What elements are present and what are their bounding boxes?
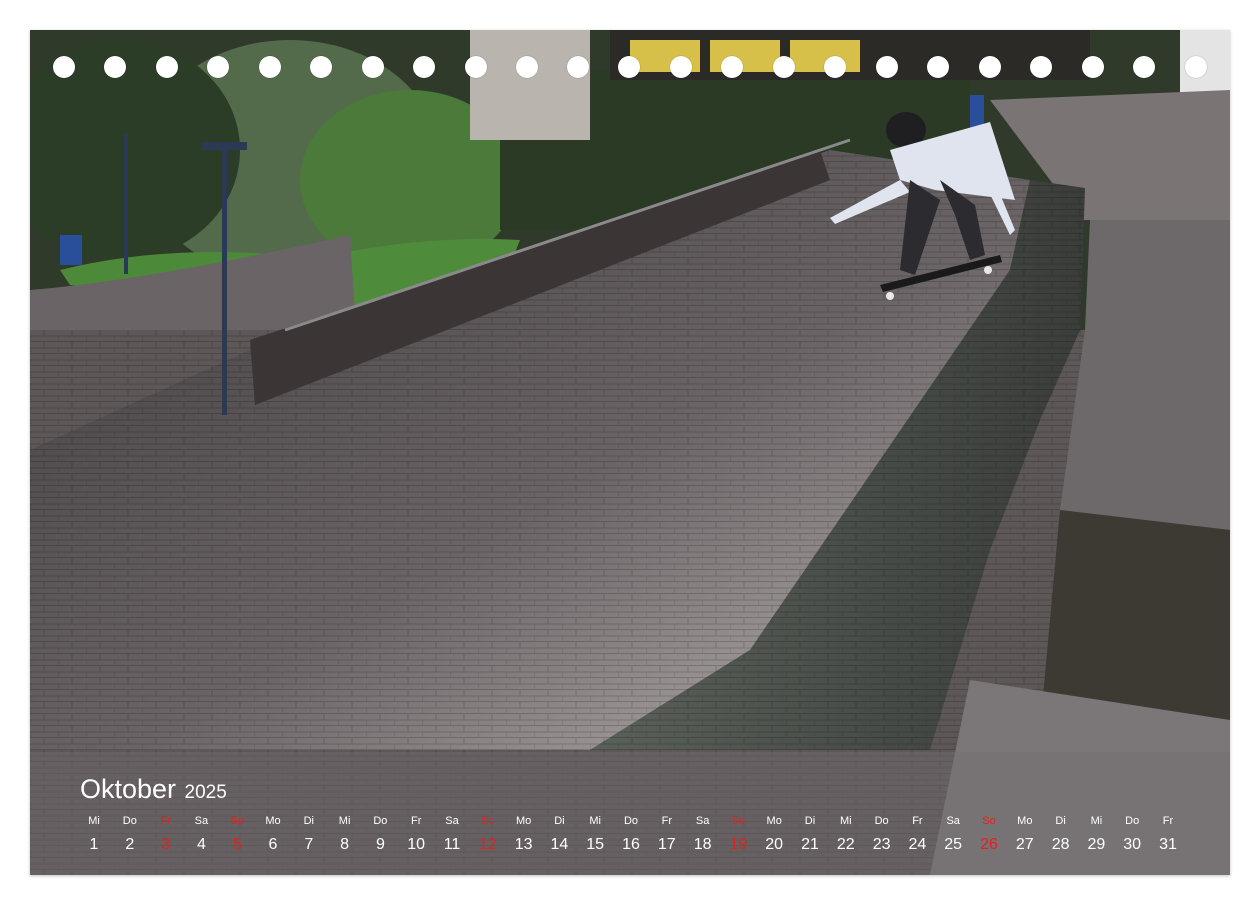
calendar-page: Oktober 2025 Mi 1 Do 2 Fr 3 Sa 4 So 5 Mo 6 Di 7 Mi 8 Do 9…: [0, 0, 1260, 905]
calendar-band: [30, 752, 1230, 875]
month-year: 2025: [184, 782, 227, 803]
month-name: Oktober: [80, 774, 177, 804]
month-title: Oktober 2025: [80, 774, 227, 805]
photo-scene: [30, 30, 1230, 875]
skate-photo: [30, 30, 1230, 875]
